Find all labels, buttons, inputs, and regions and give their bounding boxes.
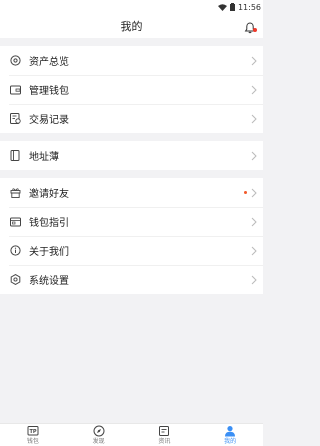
menu-item-wallet-guide[interactable]: 钱包指引 xyxy=(0,207,263,236)
user-icon xyxy=(225,426,236,437)
menu-item-label: 系统设置 xyxy=(29,276,69,287)
tab-mine[interactable]: 我的 xyxy=(197,424,263,446)
chevron-right-icon xyxy=(251,114,257,123)
chevron-right-icon xyxy=(251,85,257,94)
transaction-record-icon xyxy=(9,113,21,125)
tab-label: 资讯 xyxy=(158,438,171,445)
address-book-icon xyxy=(9,150,21,162)
wallet-icon xyxy=(9,84,21,96)
wallet-tab-icon: TP xyxy=(27,426,39,436)
menu-item-invite-friends[interactable]: 邀请好友 xyxy=(0,178,263,207)
chevron-right-icon xyxy=(251,217,257,226)
gift-icon xyxy=(9,187,21,199)
menu-group-assets: 资产总览 管理钱包 交易记录 xyxy=(0,46,263,133)
menu-item-manage-wallet[interactable]: 管理钱包 xyxy=(0,75,263,104)
page-title: 我的 xyxy=(120,20,143,33)
compass-icon xyxy=(93,425,105,437)
chevron-right-icon xyxy=(251,275,257,284)
tab-news[interactable]: 资讯 xyxy=(132,424,198,446)
status-time: 11:56 xyxy=(237,2,261,12)
chevron-right-icon xyxy=(251,188,257,197)
notification-button[interactable] xyxy=(244,19,257,34)
menu-item-asset-overview[interactable]: 资产总览 xyxy=(0,46,263,75)
svg-text:TP: TP xyxy=(29,429,36,435)
menu-item-label: 地址薄 xyxy=(29,152,59,163)
menu-item-label: 管理钱包 xyxy=(29,86,69,97)
wifi-icon xyxy=(217,3,227,11)
page-header: 我的 xyxy=(0,14,263,38)
guide-icon xyxy=(9,216,21,228)
menu-item-system-settings[interactable]: 系统设置 xyxy=(0,265,263,294)
chevron-right-icon xyxy=(251,56,257,65)
tab-label: 我的 xyxy=(224,438,237,445)
bottom-tab-bar: TP 钱包 发现 资讯 我的 xyxy=(0,423,263,446)
tab-wallet[interactable]: TP 钱包 xyxy=(0,424,66,446)
info-icon xyxy=(9,245,21,257)
tab-label: 发现 xyxy=(92,438,105,445)
menu-item-label: 关于我们 xyxy=(29,247,69,258)
menu-item-label: 资产总览 xyxy=(29,57,69,68)
menu-item-label: 邀请好友 xyxy=(29,189,69,200)
menu-item-address-book[interactable]: 地址薄 xyxy=(0,141,263,170)
notification-badge xyxy=(253,28,257,32)
tab-discover[interactable]: 发现 xyxy=(66,424,132,446)
chevron-right-icon xyxy=(251,246,257,255)
asset-overview-icon xyxy=(9,55,21,67)
status-bar: 11:56 xyxy=(0,0,263,14)
battery-icon xyxy=(229,3,235,11)
menu-item-transactions[interactable]: 交易记录 xyxy=(0,104,263,133)
menu-group-misc: 邀请好友 钱包指引 关于我们 系统设置 xyxy=(0,178,263,294)
new-badge xyxy=(244,191,247,194)
menu-group-address: 地址薄 xyxy=(0,141,263,170)
chevron-right-icon xyxy=(251,151,257,160)
news-icon xyxy=(159,426,170,436)
settings-icon xyxy=(9,274,21,286)
menu-item-about-us[interactable]: 关于我们 xyxy=(0,236,263,265)
menu-item-label: 交易记录 xyxy=(29,115,69,126)
menu-item-label: 钱包指引 xyxy=(29,218,69,229)
tab-label: 钱包 xyxy=(26,438,39,445)
